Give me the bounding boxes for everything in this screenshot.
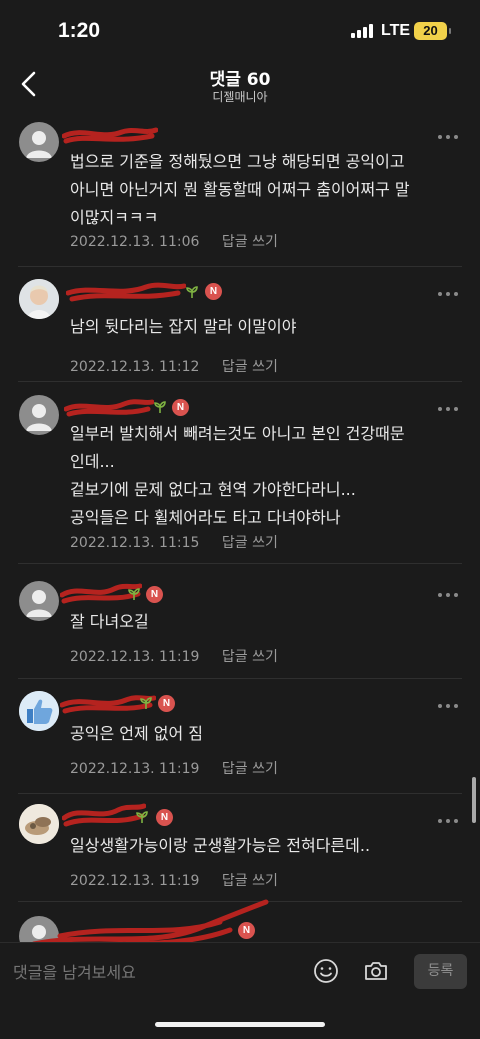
sprout-icon: [140, 697, 152, 709]
thumbs-up-avatar-icon: [19, 691, 59, 731]
comment-meta: 2022.12.13. 11:15 답글 쓰기: [70, 532, 278, 552]
comment-meta: 2022.12.13. 11:19 답글 쓰기: [70, 870, 278, 890]
more-options-button[interactable]: [438, 814, 462, 828]
status-bar: 1:20 LTE 20: [0, 0, 480, 56]
comment-item: N: [0, 899, 480, 942]
page-subtitle: 디젤매니아: [212, 90, 268, 104]
comment-input-bar: 등록: [0, 942, 480, 1000]
comment-input[interactable]: [13, 961, 293, 983]
comment-item: N 일상생활가능이랑 군생활가능은 전혀다른데.. 2022.12.13. 11…: [0, 794, 480, 902]
comment-body: 일부러 발치해서 빼려는것도 아니고 본인 건강때문 인데... 겉보기에 문제…: [70, 424, 405, 527]
comment-item: N 공익은 언제 없어 짐 2022.12.13. 11:19 답글 쓰기: [0, 679, 480, 794]
comment-item: 법으로 기준을 정해뒀으면 그냥 해당되면 공익이고 아니면 아닌거지 뭔 활동…: [0, 112, 480, 267]
redaction-scrawl: [62, 127, 158, 144]
comment-meta: 2022.12.13. 11:12 답글 쓰기: [70, 356, 278, 376]
new-badge: N: [158, 695, 175, 712]
profile-photo-icon: [19, 279, 59, 319]
sprout-icon: [136, 811, 148, 823]
more-options-button[interactable]: [438, 699, 462, 713]
comment-item: N 잘 다녀오길 2022.12.13. 11:19 답글 쓰기: [0, 564, 480, 679]
new-badge: N: [146, 586, 163, 603]
reply-button[interactable]: 답글 쓰기: [222, 873, 278, 889]
reply-button[interactable]: 답글 쓰기: [222, 359, 278, 375]
new-badge: N: [156, 809, 173, 826]
comment-body: 공익은 언제 없어 짐: [70, 724, 204, 743]
redaction-scrawl: [62, 803, 146, 827]
sprout-icon: [128, 588, 140, 600]
redaction-scrawl: [32, 899, 269, 942]
avatar[interactable]: [19, 122, 59, 162]
comment-date: 2022.12.13. 11:19: [70, 761, 200, 777]
more-options-button[interactable]: [438, 588, 462, 602]
more-options-button[interactable]: [438, 287, 462, 301]
submit-button[interactable]: 등록: [414, 954, 467, 989]
default-avatar-icon: [26, 131, 52, 158]
new-badge: N: [172, 399, 189, 416]
emoji-button[interactable]: [313, 958, 339, 984]
redaction-scrawl: [66, 282, 186, 302]
avatar[interactable]: [19, 804, 59, 844]
comment-body: 법으로 기준을 정해뒀으면 그냥 해당되면 공익이고 아니면 아닌거지 뭔 활동…: [70, 152, 410, 227]
comment-date: 2022.12.13. 11:19: [70, 649, 200, 665]
new-badge: N: [238, 922, 255, 939]
comment-date: 2022.12.13. 11:12: [70, 359, 200, 375]
network-label: LTE: [381, 22, 411, 39]
home-indicator: [155, 1022, 325, 1027]
comment-list[interactable]: 법으로 기준을 정해뒀으면 그냥 해당되면 공익이고 아니면 아닌거지 뭔 활동…: [0, 112, 480, 942]
reply-button[interactable]: 답글 쓰기: [222, 535, 278, 551]
default-avatar-icon: [26, 590, 52, 617]
comment-body: 잘 다녀오길: [70, 612, 149, 631]
reply-button[interactable]: 답글 쓰기: [222, 649, 278, 665]
scrollbar[interactable]: [472, 777, 476, 823]
smiley-icon: [314, 959, 338, 983]
battery-icon: 20: [414, 22, 451, 40]
comment-date: 2022.12.13. 11:15: [70, 535, 200, 551]
avatar[interactable]: [19, 279, 59, 319]
redaction-scrawl: [64, 399, 154, 417]
more-options-button[interactable]: [438, 402, 462, 416]
comment-item: N 남의 뒷다리는 잡지 말라 이말이야 2022.12.13. 11:12 답…: [0, 267, 480, 382]
status-time: 1:20: [58, 19, 101, 42]
comment-date: 2022.12.13. 11:06: [70, 234, 200, 250]
default-avatar-icon: [26, 404, 52, 431]
sprout-icon: [186, 286, 198, 298]
comment-item: N 일부러 발치해서 빼려는것도 아니고 본인 건강때문 인데... 겉보기에 …: [0, 382, 480, 564]
more-options-button[interactable]: [438, 130, 462, 144]
avatar[interactable]: [19, 691, 59, 731]
signal-icon: [351, 24, 373, 38]
new-badge: N: [205, 283, 222, 300]
header: 댓글 60 디젤매니아: [0, 56, 480, 112]
comment-meta: 2022.12.13. 11:06 답글 쓰기: [70, 231, 278, 251]
comment-body: 남의 뒷다리는 잡지 말라 이말이야: [70, 317, 297, 336]
comment-body: 일상생활가능이랑 군생활가능은 전혀다른데..: [70, 836, 371, 855]
avatar[interactable]: [19, 581, 59, 621]
sprout-icon: [154, 401, 166, 413]
camera-button[interactable]: [363, 958, 389, 984]
comment-date: 2022.12.13. 11:19: [70, 873, 200, 889]
camera-icon: [365, 962, 387, 980]
avatar[interactable]: [19, 395, 59, 435]
comment-meta: 2022.12.13. 11:19 답글 쓰기: [70, 758, 278, 778]
page-title: 댓글 60: [209, 70, 271, 90]
comment-meta: 2022.12.13. 11:19 답글 쓰기: [70, 646, 278, 666]
profile-photo-icon: [19, 804, 59, 844]
reply-button[interactable]: 답글 쓰기: [222, 234, 278, 250]
reply-button[interactable]: 답글 쓰기: [222, 761, 278, 777]
